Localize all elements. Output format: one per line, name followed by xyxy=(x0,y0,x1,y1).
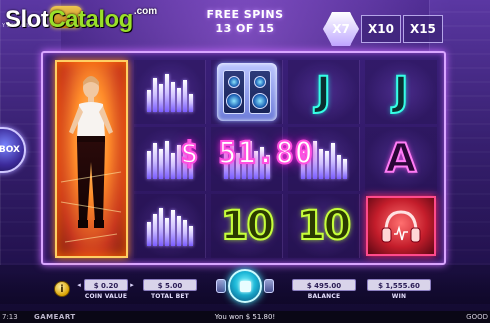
watermark-logo: Slot Catalog .com xyxy=(5,5,157,39)
reel4-row1-cell: J xyxy=(288,60,360,124)
spin-control-group xyxy=(216,269,274,303)
multiplier-x10: X10 xyxy=(361,15,401,43)
coin-increase-arrow[interactable]: ▸ xyxy=(129,279,135,291)
watermark-catalog: Catalog xyxy=(48,6,133,33)
balance-field: $ 495.00 BALANCE xyxy=(292,279,356,300)
speaker-right xyxy=(248,70,271,114)
balance-label: BALANCE xyxy=(307,293,341,300)
reel3-row1-cell xyxy=(211,60,283,124)
reel3-row3-cell: 10 xyxy=(211,194,283,258)
coin-decrease-arrow[interactable]: ◂ xyxy=(76,279,82,291)
speaker-left xyxy=(222,70,245,114)
free-spins-title: FREE SPINS xyxy=(206,8,284,21)
woman-figure-icon xyxy=(60,76,122,243)
coin-value-field[interactable]: $ 0.20 COIN VALUE xyxy=(84,279,128,300)
sound-bars-icon xyxy=(142,72,198,112)
win-amount-overlay: $ 51.80 xyxy=(179,135,314,172)
free-spins-progress: 13 OF 15 xyxy=(215,22,275,35)
win-label: WIN xyxy=(391,293,407,300)
free-spins-counter: FREE SPINS 13 OF 15 xyxy=(195,8,295,36)
coin-value-label: COIN VALUE xyxy=(84,293,128,300)
reel4-row3-cell: 10 xyxy=(288,194,360,258)
win-field: $ 1,555.60 WIN xyxy=(367,279,431,300)
speakers-icon xyxy=(216,63,277,121)
sound-bars-icon xyxy=(142,206,198,246)
total-bet-field[interactable]: $ 5.00 TOTAL BET xyxy=(143,279,197,300)
jack-symbol: J xyxy=(393,68,410,116)
game-stage: Y LONDON Slot Catalog .com FREE SPINS 13… xyxy=(0,0,490,323)
ten-symbol: 10 xyxy=(220,202,276,250)
reel5-row1-cell: J xyxy=(365,60,437,124)
total-bet-label: TOTAL BET xyxy=(151,293,189,300)
balance-amount: $ 495.00 xyxy=(292,279,356,291)
stop-square-icon xyxy=(239,280,251,292)
headphones-symbol xyxy=(366,196,436,256)
reel5-row3-cell xyxy=(365,194,437,258)
win-amount: $ 1,555.60 xyxy=(367,279,431,291)
ten-symbol: 10 xyxy=(297,202,353,250)
turbo-lightning-icon[interactable] xyxy=(264,279,274,293)
autoplay-icon[interactable] xyxy=(216,279,226,293)
spin-button[interactable] xyxy=(228,269,262,303)
reel2-row1-cell xyxy=(134,60,206,124)
status-right-text: GOOD xyxy=(466,313,488,321)
multiplier-x15: X15 xyxy=(402,15,443,43)
woman-wild-symbol xyxy=(55,60,128,258)
multiplier-bar: X7 X10 X15 xyxy=(323,12,449,46)
jack-symbol: J xyxy=(315,68,332,116)
coin-value-amount: $ 0.20 xyxy=(84,279,128,291)
reel5-row2-cell: A xyxy=(365,127,437,191)
total-bet-amount: $ 5.00 xyxy=(143,279,197,291)
status-bar: 7:13 GAMEART You won $ 51.80! GOOD xyxy=(0,311,490,323)
headphones-icon xyxy=(381,210,421,243)
watermark-com: .com xyxy=(133,6,158,17)
multiplier-x7: X7 xyxy=(323,12,359,46)
watermark-slot: Slot xyxy=(5,6,49,33)
reel2-row3-cell xyxy=(134,194,206,258)
status-message: You won $ 51.80! xyxy=(214,313,276,321)
ace-symbol: A xyxy=(385,135,418,183)
info-button[interactable]: i xyxy=(54,281,70,297)
